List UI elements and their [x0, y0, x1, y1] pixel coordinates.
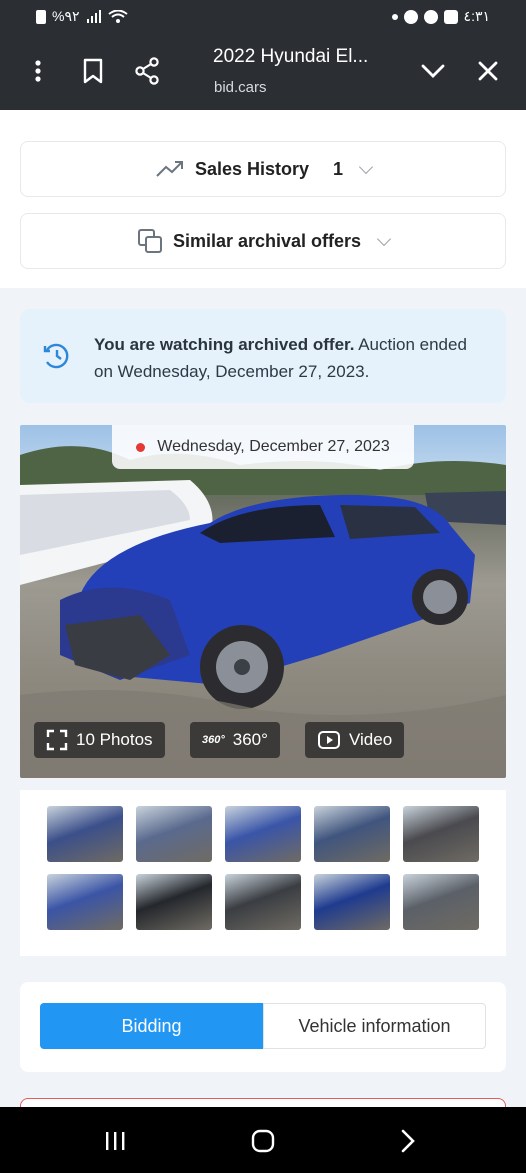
tour-360-button[interactable]: 360° 360°: [190, 722, 280, 758]
photo-thumbnail[interactable]: [225, 806, 301, 862]
snapchat-icon: [403, 9, 418, 24]
photos-button[interactable]: 10 Photos: [34, 722, 165, 758]
auction-date-badge: Wednesday, December 27, 2023: [112, 425, 414, 469]
sales-history-label: Sales History: [194, 158, 310, 179]
main-car-photo[interactable]: Wednesday, December 27, 2023 10 Photos 3…: [20, 425, 506, 778]
tab-bidding[interactable]: Bidding: [40, 1003, 263, 1049]
auction-date: Wednesday, December 27, 2023: [157, 438, 390, 455]
video-label: Video: [349, 730, 393, 749]
sales-history-count: 1: [333, 158, 344, 179]
video-play-icon: [318, 731, 340, 749]
photo-thumbnail[interactable]: [314, 806, 390, 862]
chevron-down-icon[interactable]: [416, 54, 450, 88]
status-dot-icon: [136, 442, 146, 452]
chevron-down-icon: [358, 159, 374, 174]
similar-offers-toggle[interactable]: Similar archival offers: [20, 213, 506, 269]
page-content: Sales History 1 Similar archival offers …: [0, 110, 526, 1112]
copy-icon: [137, 229, 162, 253]
tour-360-label: 360°: [232, 730, 268, 749]
snapchat-icon-2: [423, 9, 438, 24]
photo-thumbnail[interactable]: [403, 874, 479, 930]
photo-thumbnail[interactable]: [136, 806, 212, 862]
photo-thumbnail[interactable]: [47, 806, 123, 862]
trending-up-icon: [156, 161, 183, 177]
sales-history-toggle[interactable]: Sales History 1: [20, 141, 506, 197]
video-button[interactable]: Video: [305, 722, 405, 758]
photo-thumbnail[interactable]: [136, 874, 212, 930]
photos-label: 10 Photos: [76, 730, 153, 749]
battery-icon: [36, 9, 46, 24]
photo-thumbnail[interactable]: [314, 874, 390, 930]
notice-bold: You are watching archived offer.: [94, 335, 355, 354]
battery-percent: %۹۲: [52, 8, 80, 24]
similar-offers-label: Similar archival offers: [172, 230, 362, 251]
fullscreen-icon: [46, 729, 68, 751]
page-title: 2022 Hyundai El...: [213, 46, 369, 67]
thumbnail-gallery: [20, 790, 506, 956]
history-icon: [43, 343, 69, 369]
recent-apps-icon[interactable]: [104, 1131, 126, 1151]
archived-notice: You are watching archived offer. Auction…: [20, 309, 506, 403]
tour-360-icon: 360°: [202, 734, 225, 746]
notification-dot-icon: [391, 13, 398, 20]
tab-vehicle-information[interactable]: Vehicle information: [263, 1003, 486, 1049]
status-time: ٤:٣١: [463, 8, 490, 24]
notice-text: You are watching archived offer. Auction…: [94, 331, 484, 385]
status-right: ٤:٣١: [391, 8, 490, 25]
gallery-icon: [443, 9, 458, 24]
signal-icon: [86, 9, 101, 23]
status-left: %۹۲: [36, 8, 128, 25]
share-icon[interactable]: [130, 54, 164, 88]
status-bar: %۹۲ ٤:٣١: [0, 0, 526, 32]
photo-thumbnail[interactable]: [47, 874, 123, 930]
wifi-icon: [107, 9, 128, 23]
chevron-down-icon: [376, 231, 392, 246]
home-icon[interactable]: [251, 1129, 275, 1153]
tabs-card: Bidding Vehicle information: [20, 982, 506, 1072]
more-vert-icon[interactable]: [21, 54, 55, 88]
back-icon[interactable]: [400, 1129, 416, 1153]
photo-thumbnail[interactable]: [225, 874, 301, 930]
page-url: bid.cars: [214, 79, 267, 96]
browser-app-bar: 2022 Hyundai El... bid.cars: [0, 32, 526, 110]
photo-thumbnail[interactable]: [403, 806, 479, 862]
system-nav-bar: [0, 1107, 526, 1173]
bookmark-icon[interactable]: [76, 54, 110, 88]
close-icon[interactable]: [471, 54, 505, 88]
